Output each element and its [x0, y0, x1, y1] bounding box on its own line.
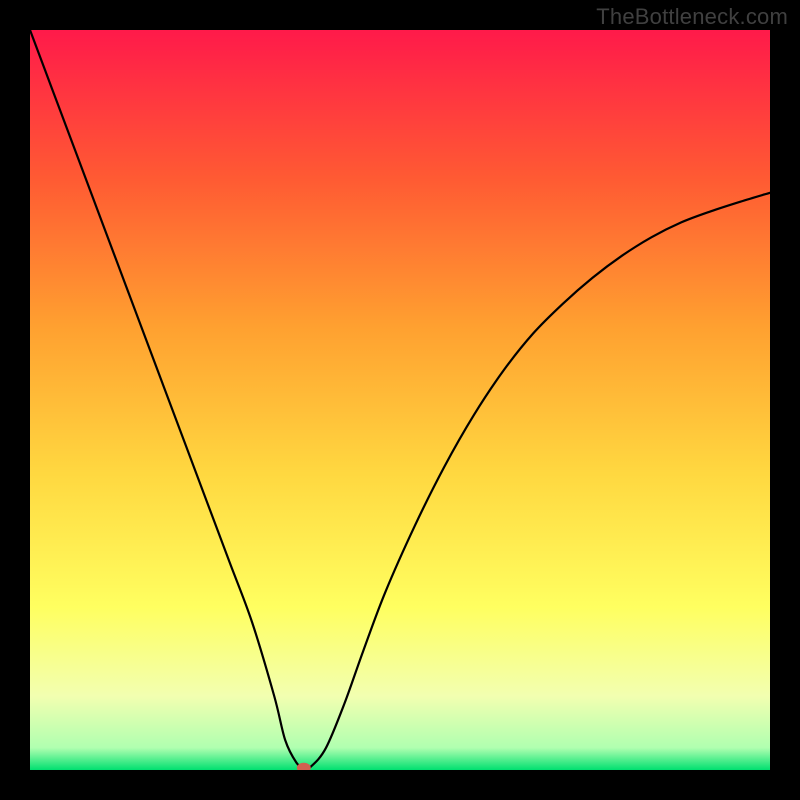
chart-container: TheBottleneck.com [0, 0, 800, 800]
plot-area [30, 30, 770, 770]
gradient-background [30, 30, 770, 770]
watermark-text: TheBottleneck.com [596, 4, 788, 30]
chart-svg [30, 30, 770, 770]
